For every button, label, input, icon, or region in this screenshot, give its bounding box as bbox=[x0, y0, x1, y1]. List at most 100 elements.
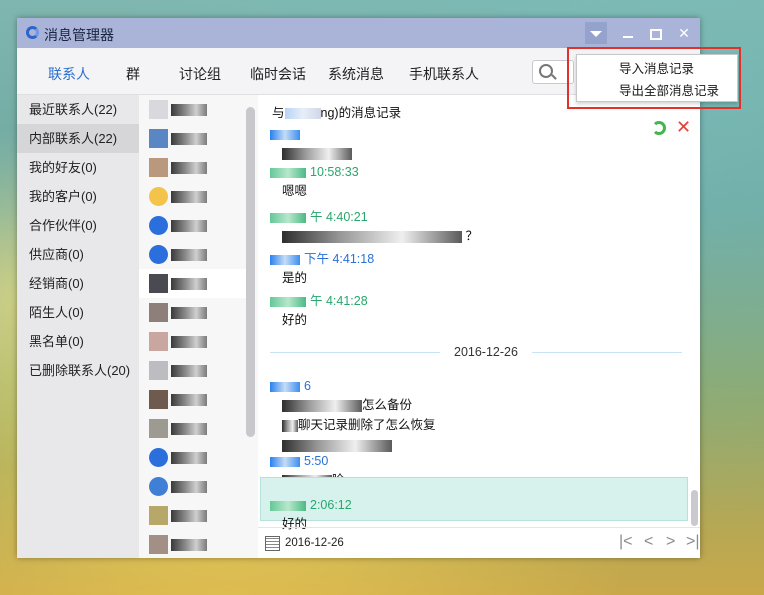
delete-icon[interactable]: ✕ bbox=[676, 117, 691, 138]
date-divider: 2016-12-26 bbox=[270, 345, 685, 359]
nav-my-friends[interactable]: 我的好友(0) bbox=[17, 153, 139, 182]
nav-partners[interactable]: 合作伙伴(0) bbox=[17, 211, 139, 240]
avatar bbox=[149, 477, 168, 496]
contact-category-list: 最近联系人(22) 内部联系人(22) 我的好友(0) 我的客户(0) 合作伙伴… bbox=[17, 95, 139, 558]
contact-row[interactable] bbox=[139, 182, 249, 211]
contact-row-selected[interactable] bbox=[139, 269, 249, 298]
menu-dropdown-button[interactable] bbox=[585, 22, 607, 44]
contact-row[interactable] bbox=[139, 298, 249, 327]
nav-blacklist[interactable]: 黑名单(0) bbox=[17, 327, 139, 356]
contact-row[interactable] bbox=[139, 327, 249, 356]
avatar bbox=[149, 100, 168, 119]
nav-distributors[interactable]: 经销商(0) bbox=[17, 269, 139, 298]
contact-row[interactable] bbox=[139, 95, 249, 124]
tab-system-messages[interactable]: 系统消息 bbox=[328, 64, 384, 84]
message-time: 午 4:41:28 bbox=[310, 294, 368, 308]
search-icon bbox=[539, 64, 553, 78]
contact-name-redacted bbox=[171, 133, 207, 145]
app-logo-icon bbox=[26, 26, 39, 39]
contact-name-redacted bbox=[171, 510, 207, 522]
contact-row[interactable] bbox=[139, 356, 249, 385]
avatar bbox=[149, 332, 168, 351]
last-page-icon[interactable]: >| bbox=[686, 533, 700, 551]
maximize-icon bbox=[650, 28, 662, 40]
tab-temp-sessions[interactable]: 临时会话 bbox=[250, 64, 306, 84]
footer-date[interactable]: 2016-12-26 bbox=[285, 537, 344, 549]
sender-redacted bbox=[270, 456, 300, 467]
sender-redacted bbox=[270, 296, 306, 307]
divider-date: 2016-12-26 bbox=[451, 345, 521, 359]
annotation-highlight-box bbox=[567, 47, 741, 109]
avatar bbox=[149, 506, 168, 525]
contact-row[interactable] bbox=[139, 385, 249, 414]
chat-history-title: 与 ng)的消息记录 bbox=[272, 102, 401, 121]
message-time: 2:06:12 bbox=[310, 498, 352, 512]
message-time: 午 4:40:21 bbox=[310, 210, 368, 224]
contact-name-redacted bbox=[171, 452, 207, 464]
calendar-icon[interactable] bbox=[265, 536, 280, 551]
first-page-icon[interactable]: |< bbox=[619, 533, 633, 551]
contact-row[interactable] bbox=[139, 443, 249, 472]
chat-scrollbar[interactable] bbox=[691, 490, 698, 526]
tab-groups[interactable]: 群 bbox=[126, 64, 140, 84]
next-page-icon[interactable]: > bbox=[666, 533, 675, 551]
contact-row[interactable] bbox=[139, 501, 249, 530]
contact-list-scrollbar[interactable] bbox=[246, 107, 255, 437]
contact-name-redacted bbox=[171, 307, 207, 319]
contact-list bbox=[139, 95, 258, 558]
message-redacted bbox=[282, 439, 392, 452]
avatar bbox=[149, 158, 168, 177]
message-item: 午 4:40:21 ？ bbox=[270, 208, 478, 246]
message-time: 10:58:33 bbox=[310, 165, 359, 179]
contact-name-redacted bbox=[171, 162, 207, 174]
contact-name-redacted bbox=[171, 394, 207, 406]
maximize-button[interactable] bbox=[645, 22, 667, 44]
message-redacted bbox=[282, 230, 462, 243]
chat-history-panel: 与 ng)的消息记录 ✕ 10:58:33 嗯嗯 午 4:40:21 ？ 下午 4… bbox=[258, 95, 700, 558]
window-title: 消息管理器 bbox=[44, 27, 114, 43]
message-text: 聊天记录删除了怎么恢复 bbox=[298, 418, 436, 432]
refresh-icon[interactable] bbox=[652, 121, 666, 135]
contact-row[interactable] bbox=[139, 211, 249, 240]
message-item bbox=[270, 125, 352, 163]
tab-mobile-contacts[interactable]: 手机联系人 bbox=[409, 64, 479, 84]
chat-title-suffix: ng)的消息记录 bbox=[320, 106, 402, 120]
contact-row[interactable] bbox=[139, 153, 249, 182]
contact-row[interactable] bbox=[139, 472, 249, 501]
tab-discussion-groups[interactable]: 讨论组 bbox=[179, 64, 221, 84]
nav-internal-contacts[interactable]: 内部联系人(22) bbox=[17, 124, 139, 153]
sender-redacted bbox=[270, 254, 300, 265]
close-button[interactable]: ✕ bbox=[673, 22, 695, 44]
sender-redacted bbox=[270, 212, 306, 223]
avatar bbox=[149, 390, 168, 409]
prev-page-icon[interactable]: < bbox=[644, 533, 653, 551]
avatar bbox=[149, 274, 168, 293]
message-item: 10:58:33 嗯嗯 bbox=[270, 163, 359, 201]
sender-redacted bbox=[270, 167, 306, 178]
nav-deleted-contacts[interactable]: 已删除联系人(20) bbox=[17, 356, 139, 385]
message-item: 6 怎么备份 聊天记录删除了怎么恢复 bbox=[270, 377, 436, 455]
divider-line bbox=[532, 352, 682, 353]
divider-line bbox=[270, 352, 440, 353]
contact-name-redacted bbox=[171, 336, 207, 348]
title-bar: 消息管理器 ✕ bbox=[17, 18, 700, 48]
nav-my-customers[interactable]: 我的客户(0) bbox=[17, 182, 139, 211]
message-text: 是的 bbox=[282, 271, 308, 285]
nav-strangers[interactable]: 陌生人(0) bbox=[17, 298, 139, 327]
minimize-button[interactable] bbox=[617, 22, 639, 44]
nav-recent-contacts[interactable]: 最近联系人(22) bbox=[17, 95, 139, 124]
contact-row[interactable] bbox=[139, 124, 249, 153]
message-text: 嗯嗯 bbox=[282, 184, 308, 198]
contact-row[interactable] bbox=[139, 240, 249, 269]
sender-redacted bbox=[270, 381, 300, 392]
avatar bbox=[149, 216, 168, 235]
tab-contacts[interactable]: 联系人 bbox=[48, 64, 90, 84]
avatar bbox=[149, 303, 168, 322]
contact-row[interactable] bbox=[139, 414, 249, 443]
triangle-down-icon bbox=[590, 31, 602, 38]
chat-title-prefix: 与 bbox=[272, 106, 285, 120]
avatar bbox=[149, 419, 168, 438]
contact-row[interactable] bbox=[139, 530, 249, 558]
chat-footer: 2016-12-26 |< < > >| bbox=[258, 527, 700, 558]
nav-suppliers[interactable]: 供应商(0) bbox=[17, 240, 139, 269]
